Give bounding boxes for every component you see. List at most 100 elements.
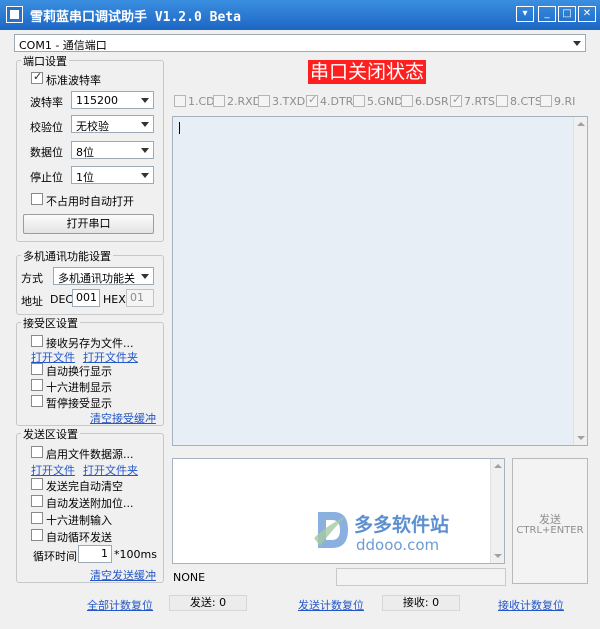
port-select[interactable]: COM1 - 通信端口 — [14, 34, 586, 52]
window-title: 雪莉蓝串口调试助手 V1.2.0 Beta — [30, 10, 241, 25]
hex-input[interactable]: 01 — [126, 289, 154, 307]
hex-input-checkbox[interactable] — [31, 512, 43, 524]
chevron-down-icon — [573, 41, 581, 46]
reset-sent-link[interactable]: 发送计数复位 — [298, 597, 364, 613]
close-button[interactable]: ✕ — [578, 6, 596, 22]
maximize-button[interactable]: □ — [558, 6, 576, 22]
port-select-value: COM1 - 通信端口 — [19, 39, 107, 52]
chevron-down-icon — [141, 148, 149, 153]
auto-newline-label: 自动换行显示 — [46, 365, 112, 378]
watermark-text-cn: 多多软件站 — [354, 514, 450, 536]
parity-select[interactable]: 无校验 — [71, 115, 154, 133]
append-bits-label: 自动发送附加位... — [46, 497, 134, 510]
signal-checkbox[interactable] — [496, 95, 508, 107]
receive-scrollbar[interactable] — [573, 117, 587, 445]
signal-label: 2.RXD — [227, 95, 262, 108]
text-caret — [179, 122, 180, 134]
chevron-down-icon — [141, 173, 149, 178]
auto-open-checkbox[interactable] — [31, 193, 43, 205]
auto-loop-label: 自动循环发送 — [46, 531, 112, 544]
signal-checkbox[interactable] — [450, 93, 462, 107]
signal-checkbox[interactable] — [353, 95, 365, 107]
minimize-button[interactable]: _ — [538, 6, 556, 22]
dec-input[interactable]: 001 — [72, 289, 100, 307]
receive-settings-legend: 接受区设置 — [21, 315, 80, 331]
standard-baud-checkbox[interactable] — [31, 70, 43, 84]
signal-label: 9.RI — [554, 95, 576, 108]
baud-value: 115200 — [76, 94, 118, 107]
watermark-logo-icon — [314, 512, 348, 548]
dec-label: DEC — [50, 293, 74, 306]
signal-label: 8.CTS — [510, 95, 542, 108]
multi-machine-legend: 多机通讯功能设置 — [21, 248, 113, 264]
auto-open-label: 不占用时自动打开 — [46, 195, 134, 208]
received-counter: 接收: 0 — [382, 595, 460, 611]
address-label: 地址 — [21, 295, 43, 308]
signal-checkbox[interactable] — [306, 93, 318, 107]
receive-textarea[interactable] — [172, 116, 588, 446]
send-button[interactable]: 发送 CTRL+ENTER — [512, 458, 588, 584]
signal-label: 5.GND — [367, 95, 403, 108]
scroll-up-icon[interactable] — [577, 122, 585, 126]
file-source-label: 启用文件数据源... — [46, 448, 134, 461]
clear-receive-link[interactable]: 清空接受缓冲 — [90, 410, 156, 426]
mode-value: 多机通讯功能关 — [58, 272, 135, 285]
save-to-file-checkbox[interactable] — [31, 335, 43, 347]
signal-label: 1.CD — [188, 95, 215, 108]
signal-label: 4.DTR — [320, 95, 354, 108]
databits-select[interactable]: 8位 — [71, 141, 154, 159]
send-scrollbar[interactable] — [490, 459, 504, 563]
signal-label: 3.TXD — [272, 95, 306, 108]
signal-label: 7.RTS — [464, 95, 496, 108]
signal-checkbox[interactable] — [174, 95, 186, 107]
send-button-shortcut: CTRL+ENTER — [516, 525, 584, 536]
signal-label: 6.DSR — [415, 95, 449, 108]
open-port-button[interactable]: 打开串口 — [23, 214, 154, 234]
mode-label: 方式 — [21, 272, 43, 285]
status-field — [336, 568, 506, 586]
status-text: NONE — [173, 571, 206, 584]
reset-all-link[interactable]: 全部计数复位 — [87, 597, 153, 613]
stopbits-label: 停止位 — [30, 171, 63, 184]
file-source-checkbox[interactable] — [31, 446, 43, 458]
port-status-banner: 串口关闭状态 — [308, 60, 427, 84]
reset-received-link[interactable]: 接收计数复位 — [498, 597, 564, 613]
parity-label: 校验位 — [30, 121, 63, 134]
send-open-folder-link[interactable]: 打开文件夹 — [83, 462, 138, 478]
send-settings-legend: 发送区设置 — [21, 426, 80, 442]
watermark-text-url: ddooo.com — [356, 536, 440, 554]
pause-display-checkbox[interactable] — [31, 395, 43, 407]
pause-display-label: 暂停接受显示 — [46, 397, 112, 410]
auto-loop-checkbox[interactable] — [31, 529, 43, 541]
signal-checkbox[interactable] — [540, 95, 552, 107]
scroll-down-icon[interactable] — [577, 436, 585, 440]
watermark: 多多软件站 ddooo.com — [312, 508, 462, 558]
stopbits-value: 1位 — [76, 171, 94, 184]
hex-input-label: 十六进制输入 — [46, 514, 112, 527]
send-open-file-link[interactable]: 打开文件 — [31, 462, 75, 478]
port-settings-legend: 端口设置 — [21, 53, 69, 69]
loop-time-input[interactable]: 1 — [78, 545, 112, 563]
standard-baud-label: 标准波特率 — [46, 74, 101, 87]
auto-clear-checkbox[interactable] — [31, 478, 43, 490]
chevron-down-icon — [141, 122, 149, 127]
signal-checkbox[interactable] — [213, 95, 225, 107]
signal-checkbox[interactable] — [258, 95, 270, 107]
append-bits-checkbox[interactable] — [31, 495, 43, 507]
scroll-down-icon[interactable] — [494, 554, 502, 558]
stopbits-select[interactable]: 1位 — [71, 166, 154, 184]
baud-label: 波特率 — [30, 96, 63, 109]
auto-newline-checkbox[interactable] — [31, 363, 43, 375]
auto-clear-label: 发送完自动清空 — [46, 480, 123, 493]
mode-select[interactable]: 多机通讯功能关 — [53, 267, 154, 285]
menu-dropdown-button[interactable]: ▾ — [516, 6, 534, 22]
chevron-down-icon — [141, 274, 149, 279]
databits-label: 数据位 — [30, 146, 63, 159]
signal-checkbox[interactable] — [401, 95, 413, 107]
app-icon — [6, 6, 23, 23]
scroll-up-icon[interactable] — [494, 464, 502, 468]
clear-send-link[interactable]: 清空发送缓冲 — [90, 567, 156, 583]
chevron-down-icon — [141, 98, 149, 103]
hex-display-checkbox[interactable] — [31, 379, 43, 391]
baud-select[interactable]: 115200 — [71, 91, 154, 109]
